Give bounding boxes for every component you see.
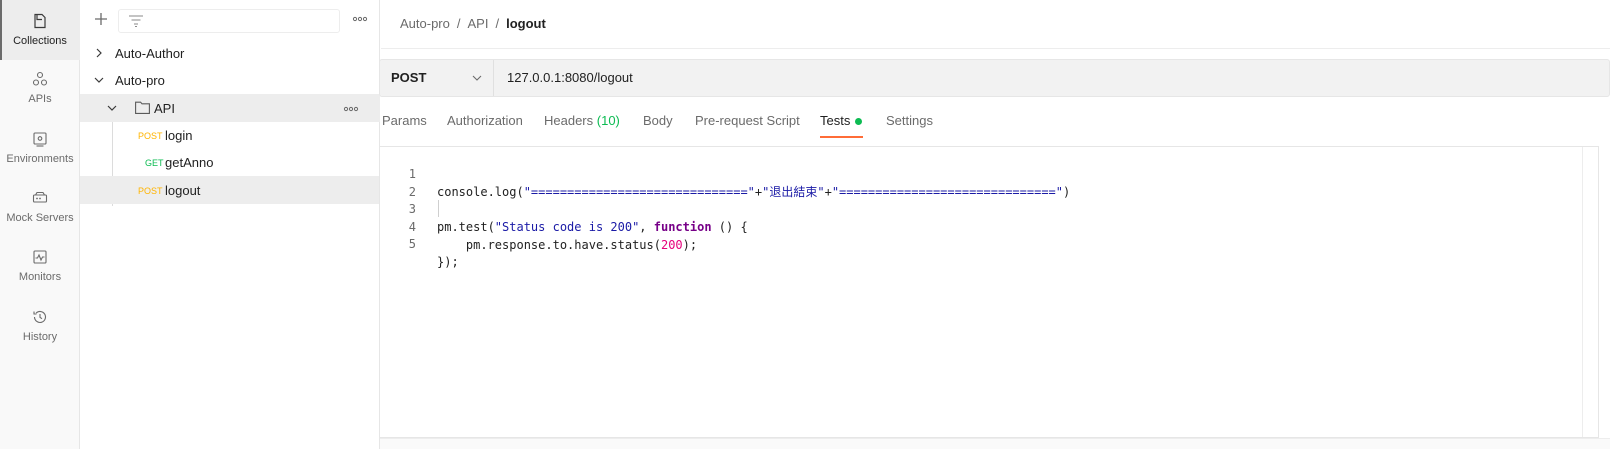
- editor-scrollbar[interactable]: [1582, 147, 1598, 437]
- tree-label: Auto-pro: [115, 72, 165, 88]
- headers-count-badge: (10): [596, 113, 620, 128]
- rail-item-history[interactable]: History: [0, 296, 80, 356]
- rail-item-environments[interactable]: Environments: [0, 118, 80, 178]
- method-select[interactable]: POST: [380, 60, 494, 96]
- filter-icon: [129, 15, 143, 27]
- chevron-down-icon[interactable]: [94, 75, 104, 85]
- status-bar: [380, 438, 1610, 449]
- tree-item-login[interactable]: POST login: [80, 121, 380, 149]
- tree-label: Auto-Author: [115, 45, 185, 61]
- rail-label-environments: Environments: [6, 153, 74, 165]
- tests-status-dot: [855, 118, 863, 126]
- history-icon: [33, 310, 47, 323]
- active-tab-underline: [820, 136, 863, 138]
- tab-params[interactable]: Params: [382, 113, 427, 128]
- breadcrumb-item[interactable]: API: [468, 16, 489, 31]
- rail-item-collections[interactable]: Collections: [0, 0, 80, 60]
- tab-body[interactable]: Body: [643, 113, 673, 128]
- breadcrumb-item[interactable]: Auto-pro: [400, 16, 450, 31]
- environments-icon: [33, 132, 47, 147]
- tab-tests[interactable]: Tests: [820, 113, 863, 128]
- more-options-icon[interactable]: [352, 14, 368, 24]
- rail-item-monitors[interactable]: Monitors: [0, 236, 80, 296]
- divider: [381, 48, 1610, 49]
- request-tabs: Params Authorization Headers (10) Body P…: [381, 106, 1610, 138]
- code-line: 1 console.log("=========================…: [380, 147, 1580, 199]
- postman-app: Collections APIs Environments Mock Serve…: [0, 0, 1610, 449]
- line-number: 5: [408, 237, 416, 251]
- tree-item-auto-pro[interactable]: Auto-pro: [80, 66, 380, 94]
- code-line: 4 pm.response.to.have.status(200);: [380, 200, 1580, 252]
- monitors-icon: [33, 250, 47, 264]
- collections-sidebar: Auto-Author Auto-pro API POST login GET …: [80, 0, 380, 449]
- breadcrumb: Auto-pro / API / logout: [400, 16, 546, 31]
- left-rail: Collections APIs Environments Mock Serve…: [0, 0, 80, 449]
- chevron-right-icon[interactable]: [94, 48, 104, 58]
- tree-item-getanno[interactable]: GET getAnno: [80, 148, 380, 176]
- tree-label: logout: [165, 182, 201, 198]
- rail-item-apis[interactable]: APIs: [0, 58, 80, 118]
- mock-servers-icon: [32, 191, 48, 203]
- method-badge: POST: [138, 186, 163, 196]
- method-badge: GET: [145, 158, 164, 168]
- more-options-icon[interactable]: [343, 104, 359, 114]
- url-input[interactable]: 127.0.0.1:8080/logout: [507, 70, 633, 85]
- rail-label-collections: Collections: [13, 35, 67, 47]
- tree-item-logout[interactable]: POST logout: [80, 176, 380, 204]
- tab-headers-label: Headers: [544, 113, 594, 128]
- plus-icon: [95, 13, 107, 25]
- tree-label: API: [154, 100, 175, 116]
- method-badge: POST: [138, 131, 163, 141]
- rail-label-apis: APIs: [28, 93, 52, 105]
- method-select-value: POST: [391, 70, 427, 85]
- rail-item-mock-servers[interactable]: Mock Servers: [0, 177, 80, 237]
- tab-tests-label: Tests: [820, 113, 851, 128]
- tree-item-api-folder[interactable]: API: [80, 94, 380, 122]
- folder-icon: [135, 101, 150, 114]
- rail-label-history: History: [22, 331, 58, 343]
- tree-label: getAnno: [165, 154, 214, 170]
- chevron-down-icon[interactable]: [107, 103, 117, 113]
- filter-input[interactable]: [118, 9, 340, 33]
- code-line: 2: [380, 165, 1580, 199]
- tab-authorization[interactable]: Authorization: [447, 113, 523, 128]
- url-bar: POST 127.0.0.1:8080/logout: [379, 59, 1610, 97]
- apis-icon: [32, 71, 48, 86]
- tab-settings[interactable]: Settings: [886, 113, 933, 128]
- rail-label-mock-servers: Mock Servers: [6, 212, 74, 224]
- code-text: pm.response.to.have.status(200);: [437, 238, 698, 252]
- request-pane: Auto-pro / API / logout POST 127.0.0.1:8080/…: [379, 0, 1610, 449]
- breadcrumb-separator: /: [456, 16, 461, 31]
- breadcrumb-current[interactable]: logout: [506, 16, 546, 31]
- code-line: 5 });: [380, 217, 1580, 269]
- indent-guide: [438, 200, 439, 217]
- tree-item-auto-author[interactable]: Auto-Author: [80, 39, 380, 67]
- rail-label-monitors: Monitors: [18, 271, 62, 283]
- code-line: 3 pm.test("Status code is 200", function…: [380, 182, 1580, 234]
- tab-headers[interactable]: Headers (10): [544, 113, 620, 128]
- sidebar-toolbar: [80, 0, 380, 42]
- tree-label: login: [165, 127, 193, 143]
- collections-icon: [34, 13, 46, 29]
- new-collection-button[interactable]: [92, 10, 110, 28]
- chevron-down-icon: [472, 75, 482, 81]
- tests-code-editor[interactable]: 1 console.log("=========================…: [379, 146, 1599, 438]
- code-text: });: [437, 255, 459, 269]
- breadcrumb-separator: /: [495, 16, 500, 31]
- tab-pre-request-script[interactable]: Pre-request Script: [695, 113, 800, 128]
